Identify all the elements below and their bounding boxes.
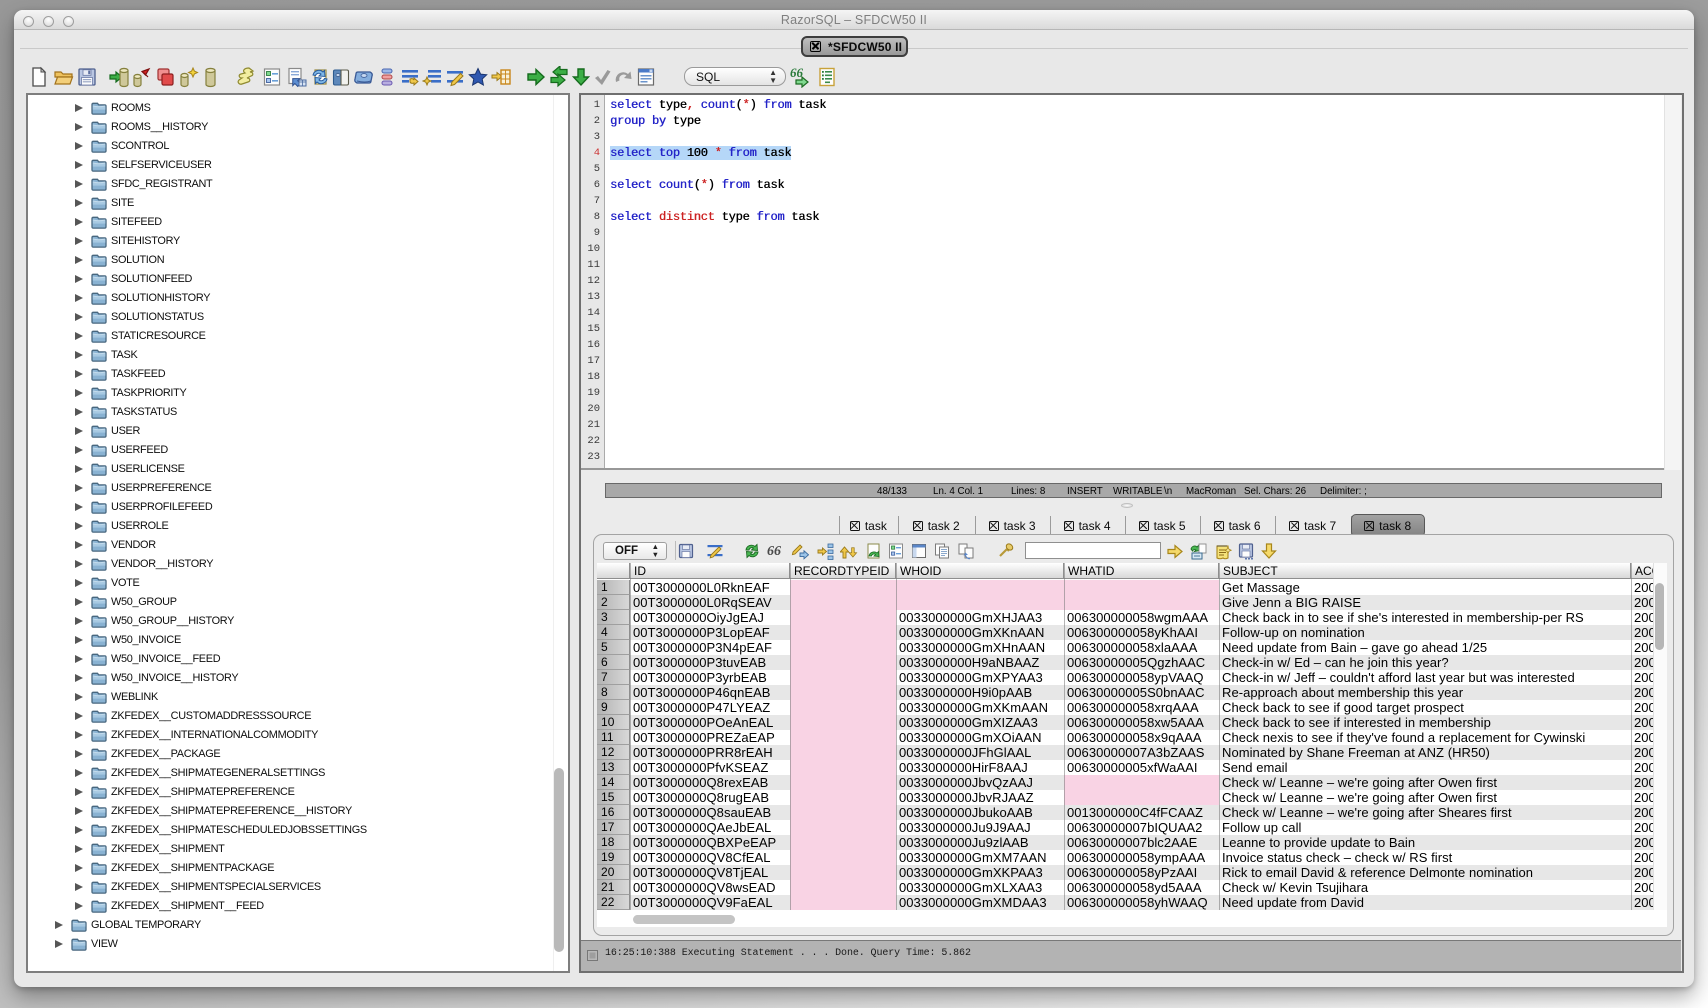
svg-text:66: 66 xyxy=(767,544,781,559)
